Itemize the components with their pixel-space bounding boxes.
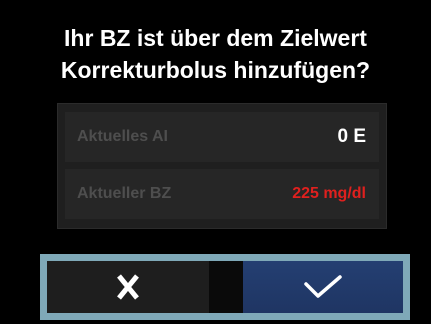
current-ai-value: 0 E — [337, 126, 366, 147]
info-panel: Aktuelles AI 0 E Aktueller BZ 225 mg/dl — [57, 103, 387, 229]
button-divider — [209, 261, 243, 313]
action-button-bar — [40, 254, 410, 320]
cancel-button[interactable] — [47, 261, 209, 313]
current-bz-value: 225 mg/dl — [292, 185, 366, 202]
dialog-title: Ihr BZ ist über dem Zielwert Korrekturbo… — [0, 22, 431, 86]
dialog-title-line-1: Ihr BZ ist über dem Zielwert — [64, 25, 367, 51]
current-ai-row: Aktuelles AI 0 E — [65, 112, 379, 162]
dialog-title-line-2: Korrekturbolus hinzufügen? — [60, 57, 371, 83]
current-bz-label: Aktueller BZ — [77, 185, 172, 202]
current-ai-label: Aktuelles AI — [77, 128, 168, 145]
x-icon — [117, 274, 139, 300]
current-bz-row: Aktueller BZ 225 mg/dl — [65, 169, 379, 219]
confirm-button[interactable] — [243, 261, 403, 313]
checkmark-icon — [304, 275, 342, 298]
